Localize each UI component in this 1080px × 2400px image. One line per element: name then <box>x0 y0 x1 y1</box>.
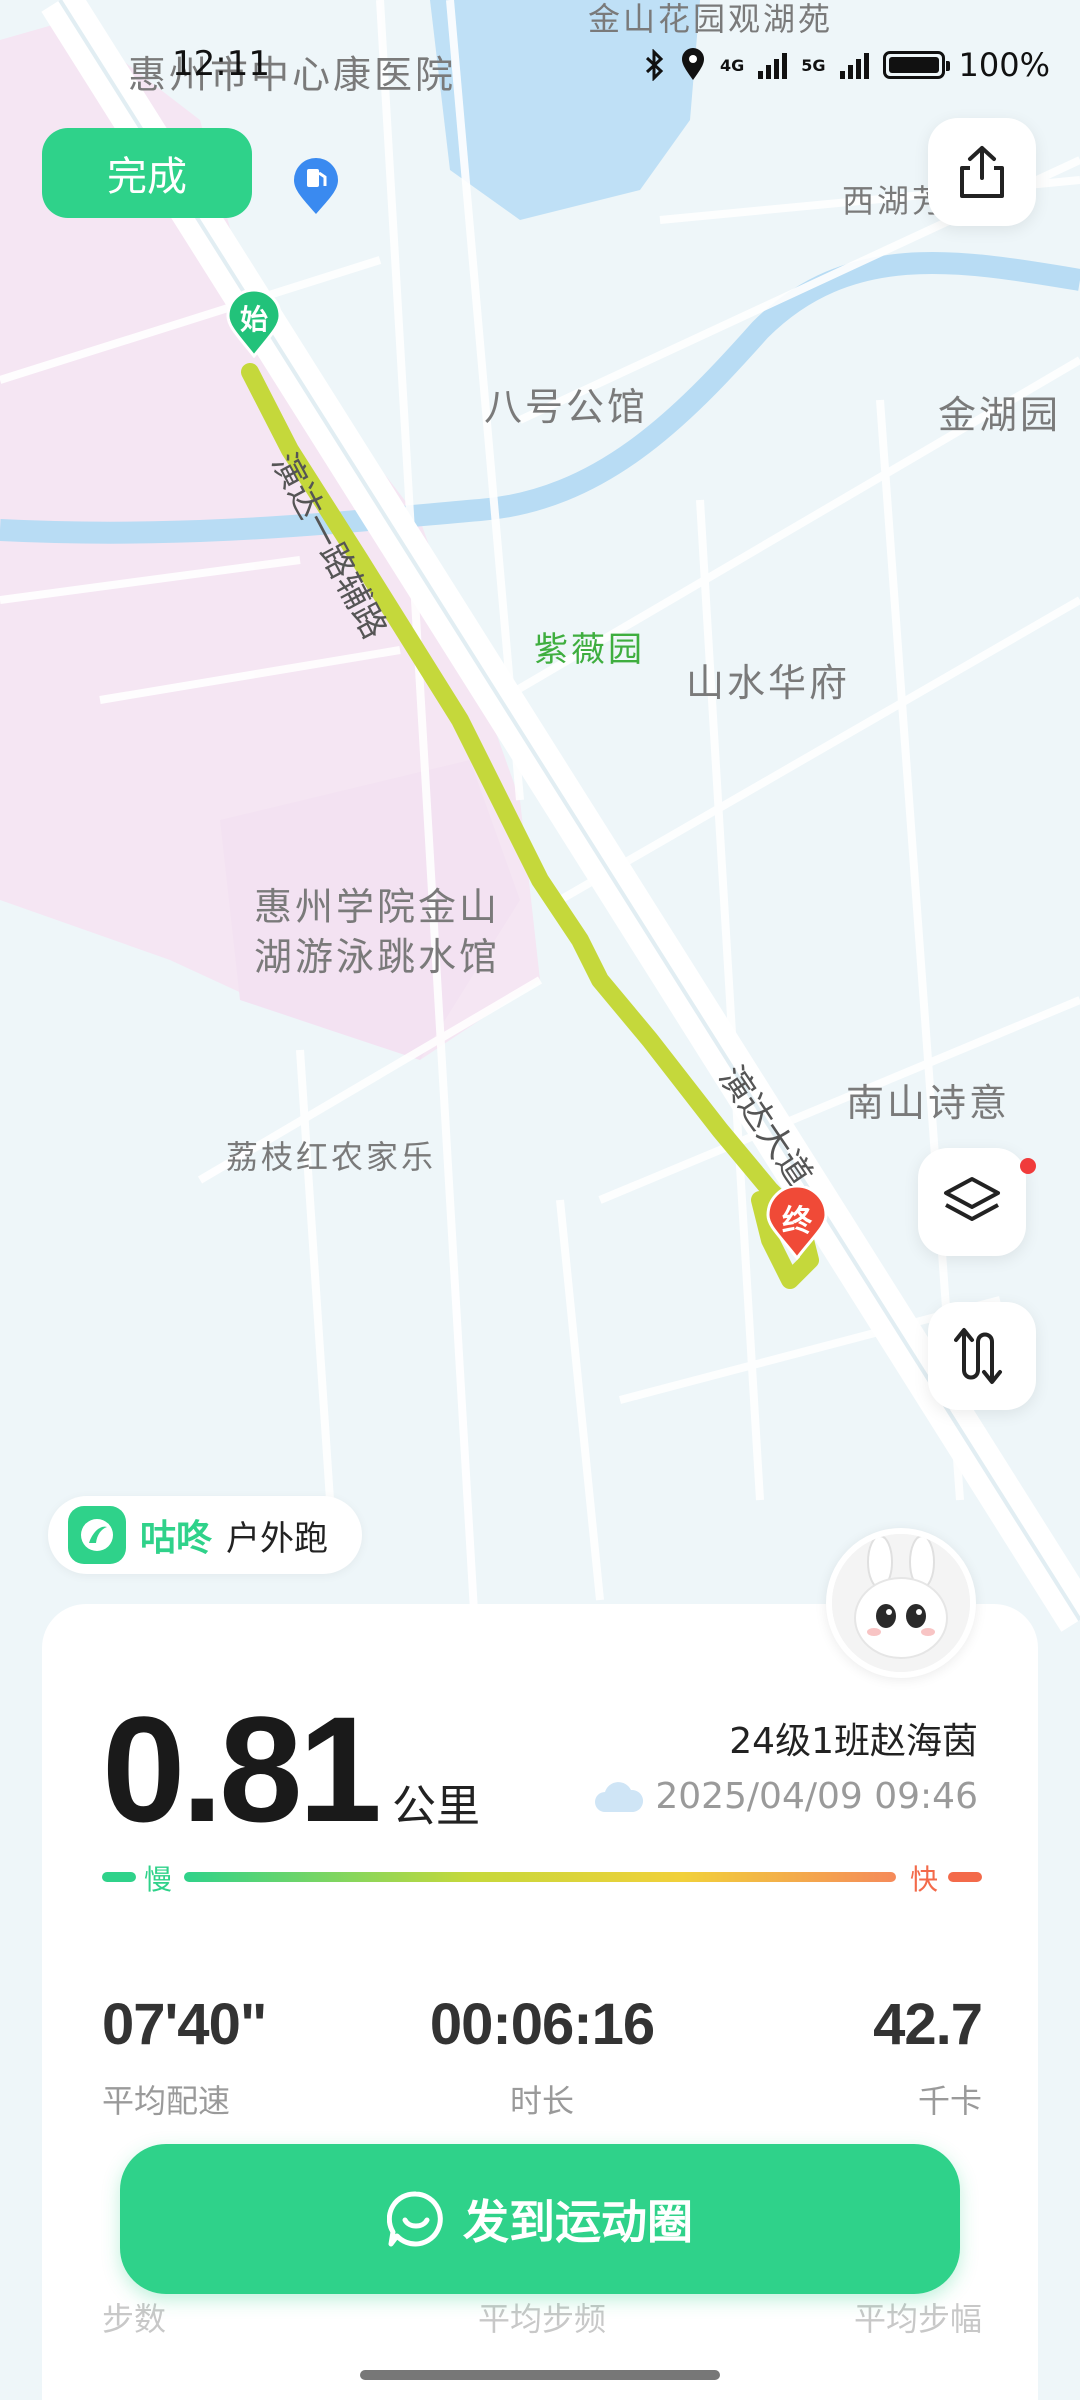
place-nanshan: 南山诗意 <box>846 1081 1011 1125</box>
route-toggle-button[interactable] <box>928 1302 1036 1410</box>
user-name: 24级1班赵海茵 <box>729 1721 978 1762</box>
stats-row: 07'40" 平均配速 00:06:16 时长 42.7 千卡 <box>102 1992 983 2146</box>
datetime-text: 2025/04/09 09:46 <box>655 1776 978 1817</box>
bluetooth-icon <box>645 49 664 81</box>
share-icon <box>960 146 1004 198</box>
status-bar: 12:11 4G 5G 100% <box>0 44 1080 94</box>
battery-icon <box>882 51 950 79</box>
cloudy-weather-icon <box>595 1781 644 1812</box>
avatar[interactable] <box>826 1528 976 1678</box>
activity-mode: 户外跑 <box>226 1518 329 1559</box>
post-to-moments-button[interactable]: 发到运动圈 <box>120 2144 960 2294</box>
done-button[interactable]: 完成 <box>42 128 252 218</box>
app-logo <box>68 1506 126 1564</box>
pace-fast-label: 快 <box>909 1863 938 1896</box>
pace-legend: 慢 快 <box>102 1858 982 1896</box>
route-icon <box>954 1328 1002 1384</box>
stat-label: 时长 <box>509 2082 574 2120</box>
end-label: 终 <box>782 1204 812 1239</box>
distance-block: 0.81 公里 <box>102 1694 480 1844</box>
stats-row-2: 步数 平均步频 平均步幅 <box>102 2294 982 2354</box>
app-source-tag: 咕咚 户外跑 <box>48 1496 363 1574</box>
mascot-avatar-icon <box>832 1534 970 1672</box>
signal-icon-2 <box>839 51 869 79</box>
route-end-marker: 终 <box>766 1184 828 1261</box>
stat-value: 07'40" <box>102 1992 267 2057</box>
location-icon <box>681 48 704 80</box>
stat-value: 00:06:16 <box>429 1992 655 2057</box>
place-lake: 金山花园观湖苑 <box>588 0 834 38</box>
stat-calories: 42.7 千卡 <box>873 1992 983 2122</box>
stat-label: 千卡 <box>917 2082 982 2120</box>
place-jinhu: 金湖园 <box>938 393 1062 437</box>
route-start-marker: 始 <box>226 288 282 359</box>
battery-percent: 100% <box>958 46 1050 84</box>
codoon-logo-icon <box>81 1519 113 1551</box>
gas-station-icon <box>294 158 338 214</box>
app-name: 咕咚 <box>140 1518 213 1559</box>
chat-bubble-icon <box>387 2191 443 2247</box>
stat-label-cadence: 平均步频 <box>477 2300 606 2338</box>
network-type-2: 5G <box>801 55 826 75</box>
place-lizhi: 荔枝红农家乐 <box>226 1138 437 1176</box>
start-label: 始 <box>239 303 268 336</box>
pace-fast-segment <box>948 1872 982 1882</box>
place-college: 惠州学院金山 <box>254 885 501 929</box>
stat-value: 42.7 <box>873 1992 983 2057</box>
distance-value: 0.81 <box>102 1685 382 1853</box>
layers-icon <box>944 1177 1000 1221</box>
place-bahao: 八号公馆 <box>484 385 649 429</box>
stat-label-stride: 平均步幅 <box>853 2300 982 2338</box>
signal-icon-1 <box>758 51 788 79</box>
status-right: 4G 5G 100% <box>644 46 1050 84</box>
network-type-1: 4G <box>719 55 745 75</box>
notification-dot <box>1020 1158 1036 1174</box>
activity-datetime: 2025/04/09 09:46 <box>593 1776 978 1817</box>
stat-label: 平均配速 <box>102 2082 231 2120</box>
stat-duration: 00:06:16 时长 <box>392 1996 692 2122</box>
stat-avg-pace: 07'40" 平均配速 <box>102 1992 267 2122</box>
pace-slow-segment <box>102 1872 136 1882</box>
place-shanshui: 山水华府 <box>686 661 851 705</box>
pace-gradient-bar <box>184 1872 896 1882</box>
home-indicator[interactable] <box>360 2370 720 2380</box>
gas-station-marker <box>292 158 340 216</box>
stat-label-steps: 步数 <box>102 2300 167 2338</box>
share-export-button[interactable] <box>928 118 1036 226</box>
status-time: 12:11 <box>172 44 270 84</box>
distance-unit: 公里 <box>391 1781 480 1832</box>
post-button-label: 发到运动圈 <box>463 2196 693 2248</box>
map-layers-button[interactable] <box>918 1148 1036 1256</box>
place-ziwei: 紫薇园 <box>534 630 645 670</box>
place-college-2: 湖游泳跳水馆 <box>254 935 501 979</box>
pace-slow-label: 慢 <box>144 1863 173 1896</box>
